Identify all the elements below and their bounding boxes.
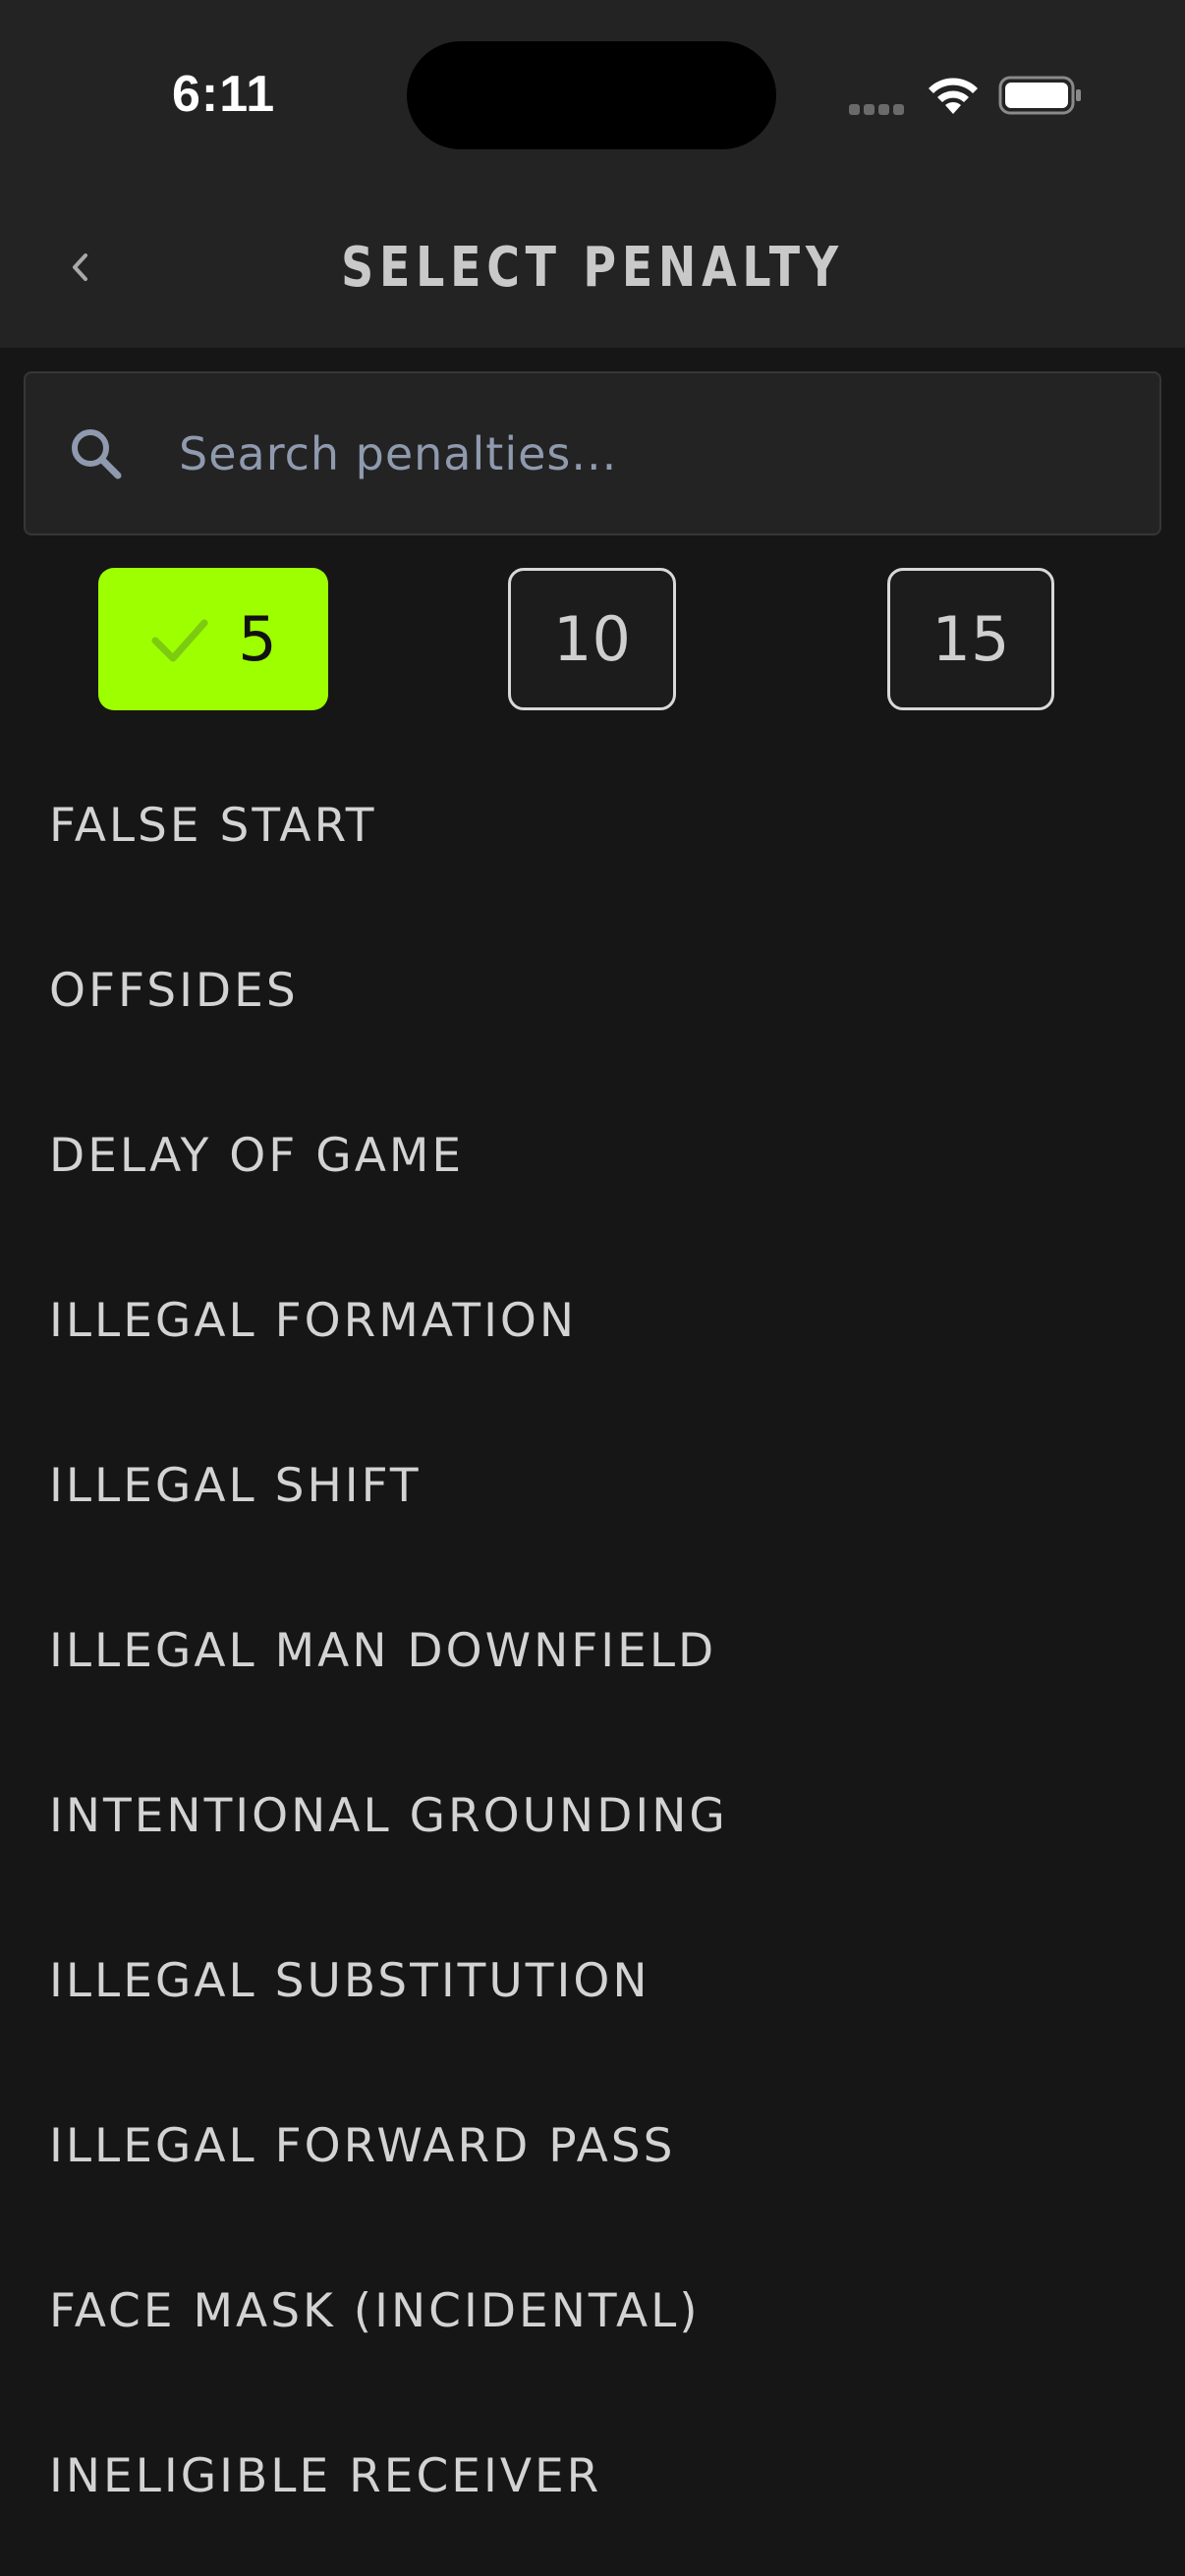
cellular-signal-icon xyxy=(849,102,908,115)
penalty-item[interactable]: FALSE START xyxy=(0,743,1185,908)
back-button[interactable] xyxy=(51,238,110,297)
penalty-item[interactable]: ILLEGAL FORMATION xyxy=(0,1238,1185,1403)
penalty-item[interactable]: INTENTIONAL GROUNDING xyxy=(0,1733,1185,1898)
yardage-filter-label: 15 xyxy=(931,603,1010,675)
yardage-filter-15[interactable]: 15 xyxy=(887,568,1054,710)
penalty-item[interactable]: ILLEGAL FORWARD PASS xyxy=(0,2063,1185,2228)
page-title: SELECT PENALTY xyxy=(341,235,844,300)
wifi-icon xyxy=(929,78,978,114)
status-time: 6:11 xyxy=(172,66,276,123)
checkmark-icon xyxy=(151,619,208,661)
dynamic-island xyxy=(407,41,776,149)
search-input[interactable] xyxy=(179,403,1122,505)
penalty-item[interactable]: ILLEGAL MAN DOWNFIELD xyxy=(0,1568,1185,1733)
yardage-filter-5[interactable]: 5 xyxy=(98,568,328,710)
penalty-item[interactable]: OFFSIDES xyxy=(0,908,1185,1073)
penalty-item[interactable]: FACE MASK (INCIDENTAL) xyxy=(0,2228,1185,2393)
chevron-left-icon xyxy=(73,253,87,281)
battery-icon xyxy=(998,76,1081,115)
penalty-item[interactable]: ILLEGAL SUBSTITUTION xyxy=(0,1898,1185,2063)
status-bar: 6:11 xyxy=(0,0,1185,187)
penalty-list: FALSE START OFFSIDES DELAY OF GAME ILLEG… xyxy=(0,743,1185,2558)
penalty-item[interactable]: INELIGIBLE RECEIVER xyxy=(0,2393,1185,2558)
yardage-filter-10[interactable]: 10 xyxy=(508,568,676,710)
search-bar[interactable] xyxy=(24,371,1161,535)
yardage-filter-label: 5 xyxy=(238,603,277,675)
search-icon xyxy=(72,429,122,479)
penalty-item[interactable]: ILLEGAL SHIFT xyxy=(0,1403,1185,1568)
yardage-filter-label: 10 xyxy=(553,603,631,675)
header-bar: SELECT PENALTY xyxy=(0,187,1185,348)
penalty-item[interactable]: DELAY OF GAME xyxy=(0,1073,1185,1238)
